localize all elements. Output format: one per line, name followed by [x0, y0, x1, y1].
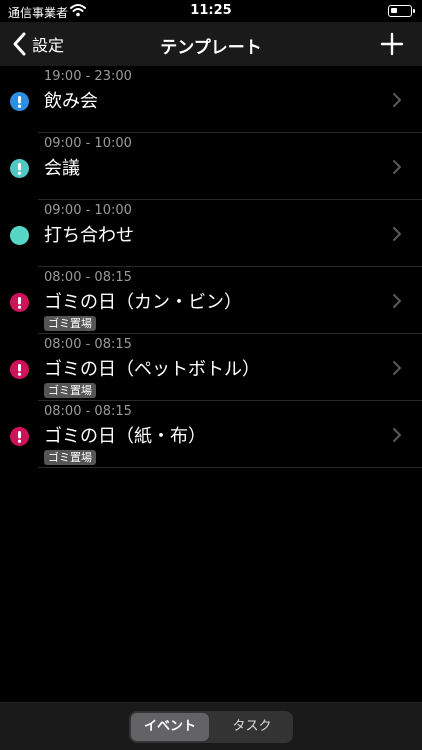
- list-item[interactable]: 09:00 - 10:00 打ち合わせ: [0, 200, 422, 267]
- item-time: 08:00 - 08:15: [44, 270, 132, 285]
- page-title: テンプレート: [160, 38, 262, 58]
- chevron-right-icon: [393, 361, 401, 375]
- segmented-control: イベント タスク: [129, 711, 293, 743]
- location-tag: ゴミ置場: [44, 316, 96, 331]
- category-dot: [10, 92, 29, 111]
- item-title: ゴミの日（紙・布）: [44, 426, 206, 447]
- item-time: 08:00 - 08:15: [44, 404, 132, 419]
- status-time: 11:25: [190, 3, 232, 18]
- item-title: 飲み会: [44, 91, 98, 112]
- chevron-right-icon: [393, 93, 401, 107]
- chevron-right-icon: [393, 294, 401, 308]
- list-item[interactable]: 08:00 - 08:15 ゴミの日（ペットボトル） ゴミ置場: [0, 334, 422, 401]
- item-title: 打ち合わせ: [44, 225, 134, 246]
- location-tag: ゴミ置場: [44, 383, 96, 398]
- list-item[interactable]: 19:00 - 23:00 飲み会: [0, 66, 422, 133]
- exclamation-icon: [17, 96, 22, 108]
- chevron-right-icon: [393, 428, 401, 442]
- template-list: 19:00 - 23:00 飲み会 09:00 - 10:00 会議 09:00…: [0, 66, 422, 468]
- list-item[interactable]: 08:00 - 08:15 ゴミの日（紙・布） ゴミ置場: [0, 401, 422, 468]
- item-time: 19:00 - 23:00: [44, 69, 132, 84]
- location-tag: ゴミ置場: [44, 450, 96, 465]
- category-dot: [10, 159, 29, 178]
- segment-task[interactable]: タスク: [213, 713, 291, 741]
- item-time: 08:00 - 08:15: [44, 337, 132, 352]
- list-item[interactable]: 08:00 - 08:15 ゴミの日（カン・ビン） ゴミ置場: [0, 267, 422, 334]
- battery-fill: [391, 8, 397, 13]
- status-bar: 通信事業者 11:25: [0, 0, 422, 22]
- item-title: 会議: [44, 158, 80, 179]
- item-title: ゴミの日（カン・ビン）: [44, 292, 242, 313]
- category-dot: [10, 293, 29, 312]
- segment-event[interactable]: イベント: [131, 713, 209, 741]
- exclamation-icon: [17, 431, 22, 443]
- exclamation-icon: [17, 364, 22, 376]
- battery-icon: [388, 5, 415, 17]
- category-dot: [10, 427, 29, 446]
- chevron-right-icon: [393, 227, 401, 241]
- category-dot: [10, 360, 29, 379]
- navigation-bar: 設定 テンプレート: [0, 22, 422, 66]
- exclamation-icon: [17, 297, 22, 309]
- row-divider: [38, 467, 422, 468]
- bottom-bar: イベント タスク: [0, 702, 422, 750]
- exclamation-icon: [17, 163, 22, 175]
- list-item[interactable]: 09:00 - 10:00 会議: [0, 133, 422, 200]
- category-dot: [10, 226, 29, 245]
- item-title: ゴミの日（ペットボトル）: [44, 359, 260, 380]
- plus-icon[interactable]: [380, 32, 404, 56]
- item-time: 09:00 - 10:00: [44, 136, 132, 151]
- chevron-right-icon: [393, 160, 401, 174]
- item-time: 09:00 - 10:00: [44, 203, 132, 218]
